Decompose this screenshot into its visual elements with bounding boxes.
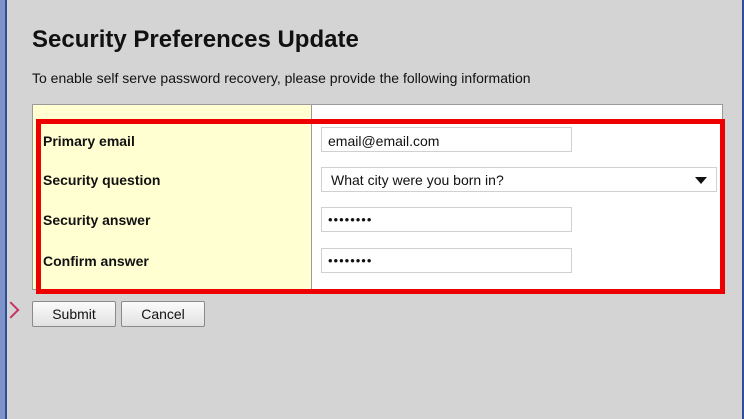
- page-title: Security Preferences Update: [32, 26, 359, 53]
- primary-email-label: Primary email: [43, 133, 135, 149]
- page-subtitle: To enable self serve password recovery, …: [32, 70, 531, 86]
- security-answer-input[interactable]: ••••••••: [321, 207, 572, 232]
- security-form-table: Primary email Security question What cit…: [32, 104, 723, 290]
- security-question-select[interactable]: What city were you born in?: [321, 167, 717, 192]
- confirm-answer-label: Confirm answer: [43, 253, 149, 269]
- window-frame-left: [0, 0, 7, 419]
- chevron-down-icon[interactable]: [695, 177, 707, 184]
- security-question-label: Security question: [43, 172, 161, 188]
- primary-email-input[interactable]: [321, 127, 572, 152]
- confirm-answer-input[interactable]: ••••••••: [321, 248, 572, 273]
- security-answer-label: Security answer: [43, 212, 151, 228]
- submit-button[interactable]: Submit: [32, 301, 116, 327]
- security-question-value: What city were you born in?: [331, 172, 504, 188]
- cancel-button[interactable]: Cancel: [121, 301, 205, 327]
